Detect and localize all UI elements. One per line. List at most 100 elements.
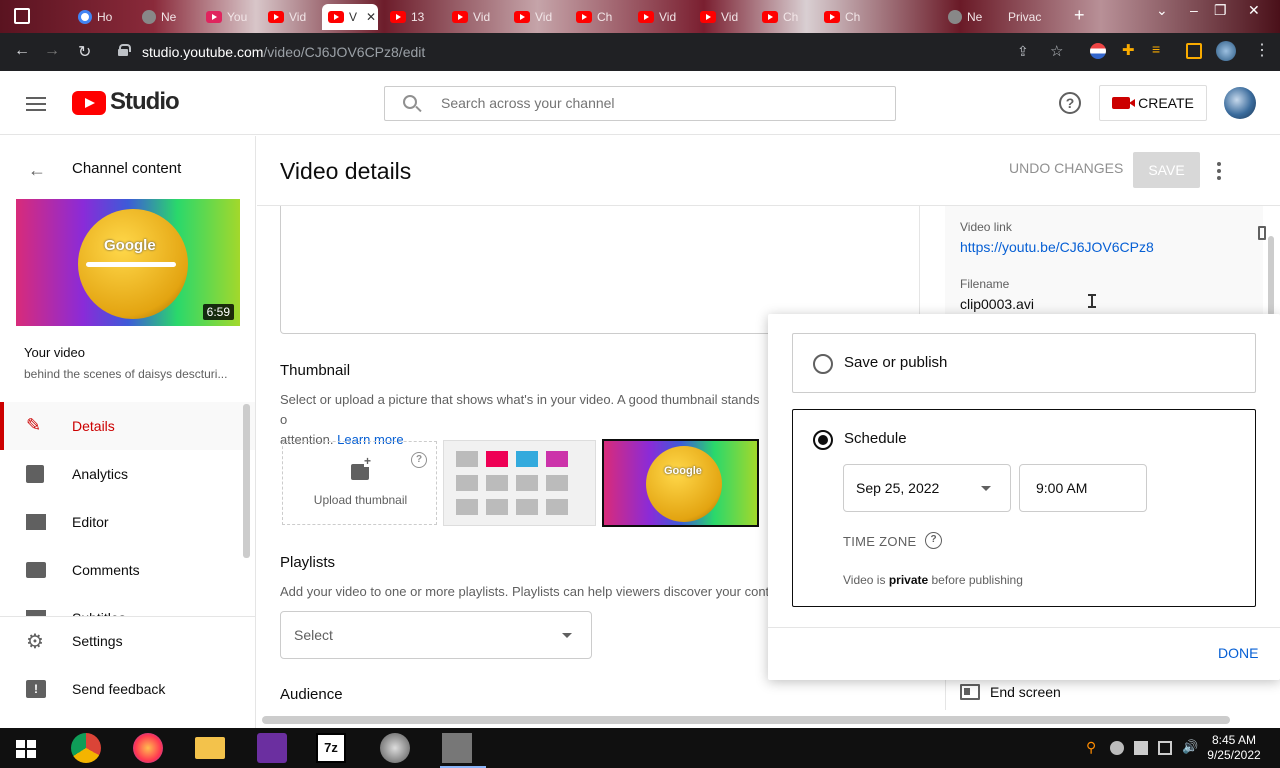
file-explorer-icon[interactable]	[195, 737, 225, 759]
youtube-icon	[638, 11, 654, 23]
channel-content-label[interactable]: Channel content	[72, 160, 181, 177]
network-error-icon[interactable]	[1134, 741, 1148, 755]
reload-icon[interactable]: ↻	[78, 42, 91, 62]
browser-tab[interactable]: Ho	[72, 4, 132, 30]
thumbnail-option[interactable]	[443, 440, 596, 526]
back-arrow-icon[interactable]: ←	[28, 160, 46, 181]
bookmark-star-icon[interactable]: ☆	[1050, 42, 1063, 60]
menu-icon[interactable]	[26, 97, 46, 111]
browser-tab[interactable]: Ch	[756, 4, 814, 30]
horizontal-scrollbar[interactable]	[262, 716, 1230, 724]
panel-scrollbar[interactable]	[1268, 236, 1274, 316]
browser-tab-active[interactable]: V ✕	[322, 4, 378, 30]
github-icon	[948, 10, 962, 24]
studio-logo-text[interactable]: Studio	[110, 88, 180, 116]
youtube-icon	[452, 11, 468, 23]
sidebar-item-analytics[interactable]: Analytics	[0, 450, 255, 498]
editor-icon	[26, 514, 46, 530]
help-icon[interactable]: ?	[1059, 92, 1081, 114]
video-app-icon[interactable]	[380, 733, 410, 763]
schedule-time-input[interactable]: 9:00 AM	[1019, 464, 1147, 512]
tab-search-icon[interactable]	[14, 8, 30, 24]
feedback-icon: !	[26, 680, 46, 698]
browser-tab[interactable]: Ne	[942, 4, 1000, 30]
save-or-publish-label: Save or publish	[844, 354, 948, 371]
schedule-radio[interactable]	[813, 430, 833, 450]
end-screen-item[interactable]: End screen	[945, 676, 1265, 710]
minimize-icon[interactable]: –	[1190, 2, 1198, 18]
schedule-date-picker[interactable]: Sep 25, 2022	[843, 464, 1011, 512]
yahoo-messenger-icon[interactable]	[257, 733, 287, 763]
profile-avatar[interactable]	[1216, 41, 1236, 61]
save-button[interactable]: SAVE	[1133, 152, 1200, 188]
youtube-logo-icon[interactable]	[72, 91, 106, 115]
sidebar-item-editor[interactable]: Editor	[0, 498, 255, 546]
tab-search-dropdown-icon[interactable]: ⌄	[1156, 2, 1168, 19]
browser-tab[interactable]: Vid	[262, 4, 320, 30]
browser-tab[interactable]: You	[200, 4, 260, 30]
browser-tab[interactable]: Ch	[570, 4, 628, 30]
playlist-icon[interactable]: ≡	[1152, 41, 1168, 57]
chrome-taskbar-icon[interactable]	[71, 733, 101, 763]
help-icon[interactable]: ?	[925, 532, 942, 549]
sidebar-item-details[interactable]: ✎ Details	[0, 402, 255, 450]
7zip-icon[interactable]: 7z	[316, 733, 346, 763]
browser-tab[interactable]: Ne	[136, 4, 196, 30]
thumbnail-option-selected[interactable]: Google	[602, 439, 759, 527]
browser-tab[interactable]: Ch	[818, 4, 876, 30]
browser-tab[interactable]: 13	[384, 4, 442, 30]
more-options-icon[interactable]	[1217, 162, 1221, 180]
sidebar-item-settings[interactable]: ⚙ Settings	[0, 617, 255, 665]
create-button[interactable]: CREATE	[1099, 85, 1207, 121]
browser-tab[interactable]: Vid	[508, 4, 566, 30]
forward-icon[interactable]: →	[44, 42, 60, 60]
close-tab-icon[interactable]: ✕	[366, 10, 376, 24]
firefox-taskbar-icon[interactable]	[133, 733, 163, 763]
sidebar-item-label: Comments	[72, 562, 140, 578]
chrome-menu-icon[interactable]: ⋮	[1254, 40, 1270, 59]
close-window-icon[interactable]: ✕	[1248, 2, 1260, 19]
schedule-option[interactable]: Schedule Sep 25, 2022 9:00 AM TIME ZONE …	[792, 409, 1256, 607]
taskbar-clock[interactable]: 8:45 AM 9/25/2022	[1204, 733, 1264, 763]
done-button[interactable]: DONE	[1218, 645, 1258, 661]
share-icon[interactable]: ⇪	[1017, 43, 1029, 60]
side-panel-icon[interactable]	[1186, 43, 1202, 59]
sidebar-item-label: Details	[72, 418, 115, 434]
undo-changes-button[interactable]: UNDO CHANGES	[1009, 160, 1123, 176]
end-screen-label: End screen	[990, 684, 1061, 700]
schedule-time-value: 9:00 AM	[1036, 480, 1088, 496]
sidebar-item-send-feedback[interactable]: ! Send feedback	[0, 665, 255, 713]
save-or-publish-option[interactable]: Save or publish	[792, 333, 1256, 393]
address-bar[interactable]: studio.youtube.com/video/CJ6JOV6CPz8/edi…	[110, 38, 1220, 66]
video-link[interactable]: https://youtu.be/CJ6JOV6CPz8	[960, 239, 1154, 255]
help-icon[interactable]: ?	[411, 452, 427, 468]
back-icon[interactable]: ←	[14, 42, 30, 60]
playlist-select[interactable]: Select	[280, 611, 592, 659]
tray-app-icon[interactable]	[1110, 741, 1124, 755]
media-app-icon[interactable]	[442, 733, 472, 763]
volume-icon[interactable]: 🔊	[1182, 739, 1198, 754]
thumbnail-brand-text: Google	[664, 465, 702, 477]
account-avatar[interactable]	[1224, 87, 1256, 119]
windows-start-icon[interactable]	[16, 740, 36, 758]
extension-icon[interactable]	[1090, 43, 1106, 59]
upload-thumbnail-button[interactable]: ? Upload thumbnail	[282, 441, 437, 525]
time-zone-label[interactable]: TIME ZONE	[843, 534, 916, 549]
save-or-publish-radio[interactable]	[813, 354, 833, 374]
search-box[interactable]	[384, 86, 896, 121]
new-tab-icon[interactable]: +	[1074, 5, 1085, 26]
browser-tab[interactable]: Privac	[1002, 4, 1062, 30]
search-tray-icon[interactable]: ⚲	[1086, 739, 1100, 755]
browser-tab[interactable]: Vid	[694, 4, 752, 30]
video-thumbnail[interactable]: Google 6:59	[16, 199, 240, 326]
search-input[interactable]	[441, 95, 881, 111]
restore-icon[interactable]: ❐	[1214, 2, 1227, 19]
copy-icon[interactable]	[1258, 226, 1266, 240]
network-icon[interactable]	[1158, 741, 1172, 755]
sidebar-item-comments[interactable]: Comments	[0, 546, 255, 594]
sidebar-scrollbar[interactable]	[243, 404, 250, 558]
video-info-panel: Video link https://youtu.be/CJ6JOV6CPz8 …	[945, 206, 1266, 316]
puzzle-icon[interactable]: ✚	[1122, 41, 1138, 59]
browser-tab[interactable]: Vid	[446, 4, 504, 30]
browser-tab[interactable]: Vid	[632, 4, 690, 30]
